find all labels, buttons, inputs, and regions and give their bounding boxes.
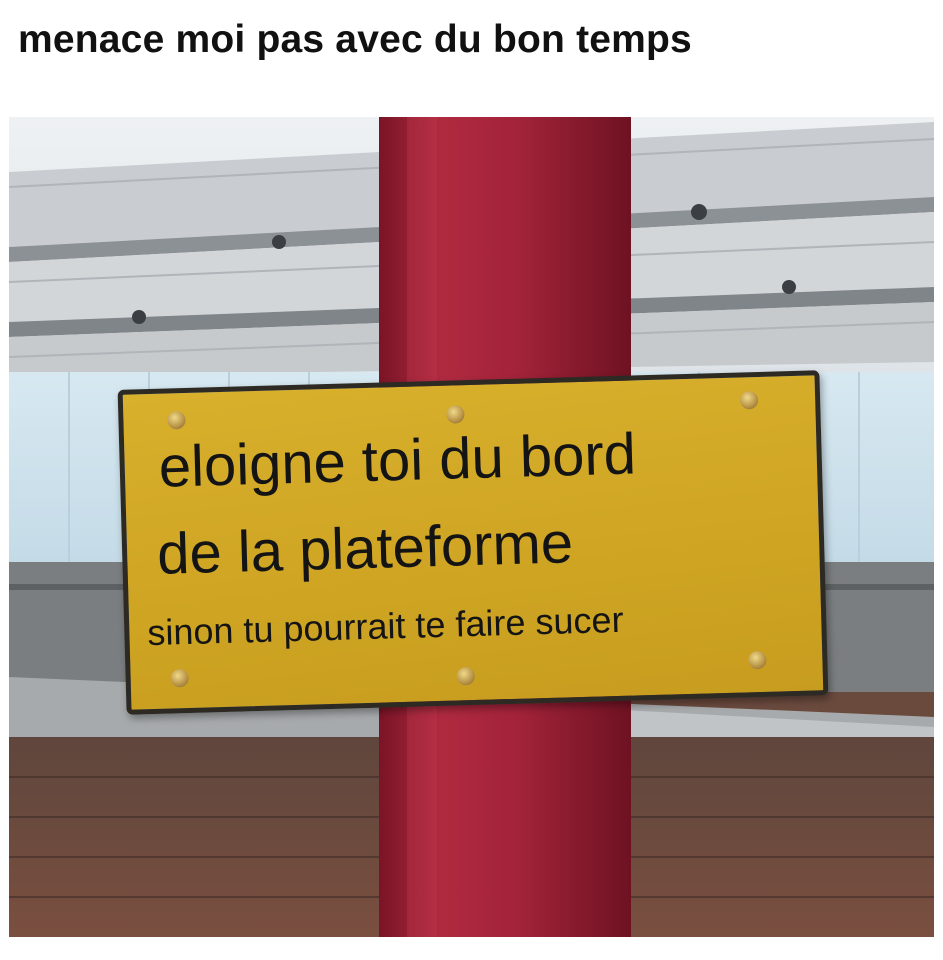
sign-line-2: de la plateforme (156, 510, 574, 587)
bolt-icon (167, 410, 186, 430)
meme-caption: menace moi pas avec du bon temps (18, 18, 692, 61)
bolt-icon (739, 390, 759, 410)
bolt-icon (456, 667, 475, 686)
meme-photo: eloigne toi du bord de la plateforme sin… (9, 117, 934, 937)
sign-line-1: eloigne toi du bord (157, 421, 637, 500)
bolt-icon (748, 650, 767, 670)
yellow-sign: eloigne toi du bord de la plateforme sin… (117, 370, 829, 715)
bolt-icon (170, 668, 189, 688)
bolt-icon (446, 405, 465, 424)
sign-line-3: sinon tu pourrait te faire sucer (146, 598, 625, 654)
